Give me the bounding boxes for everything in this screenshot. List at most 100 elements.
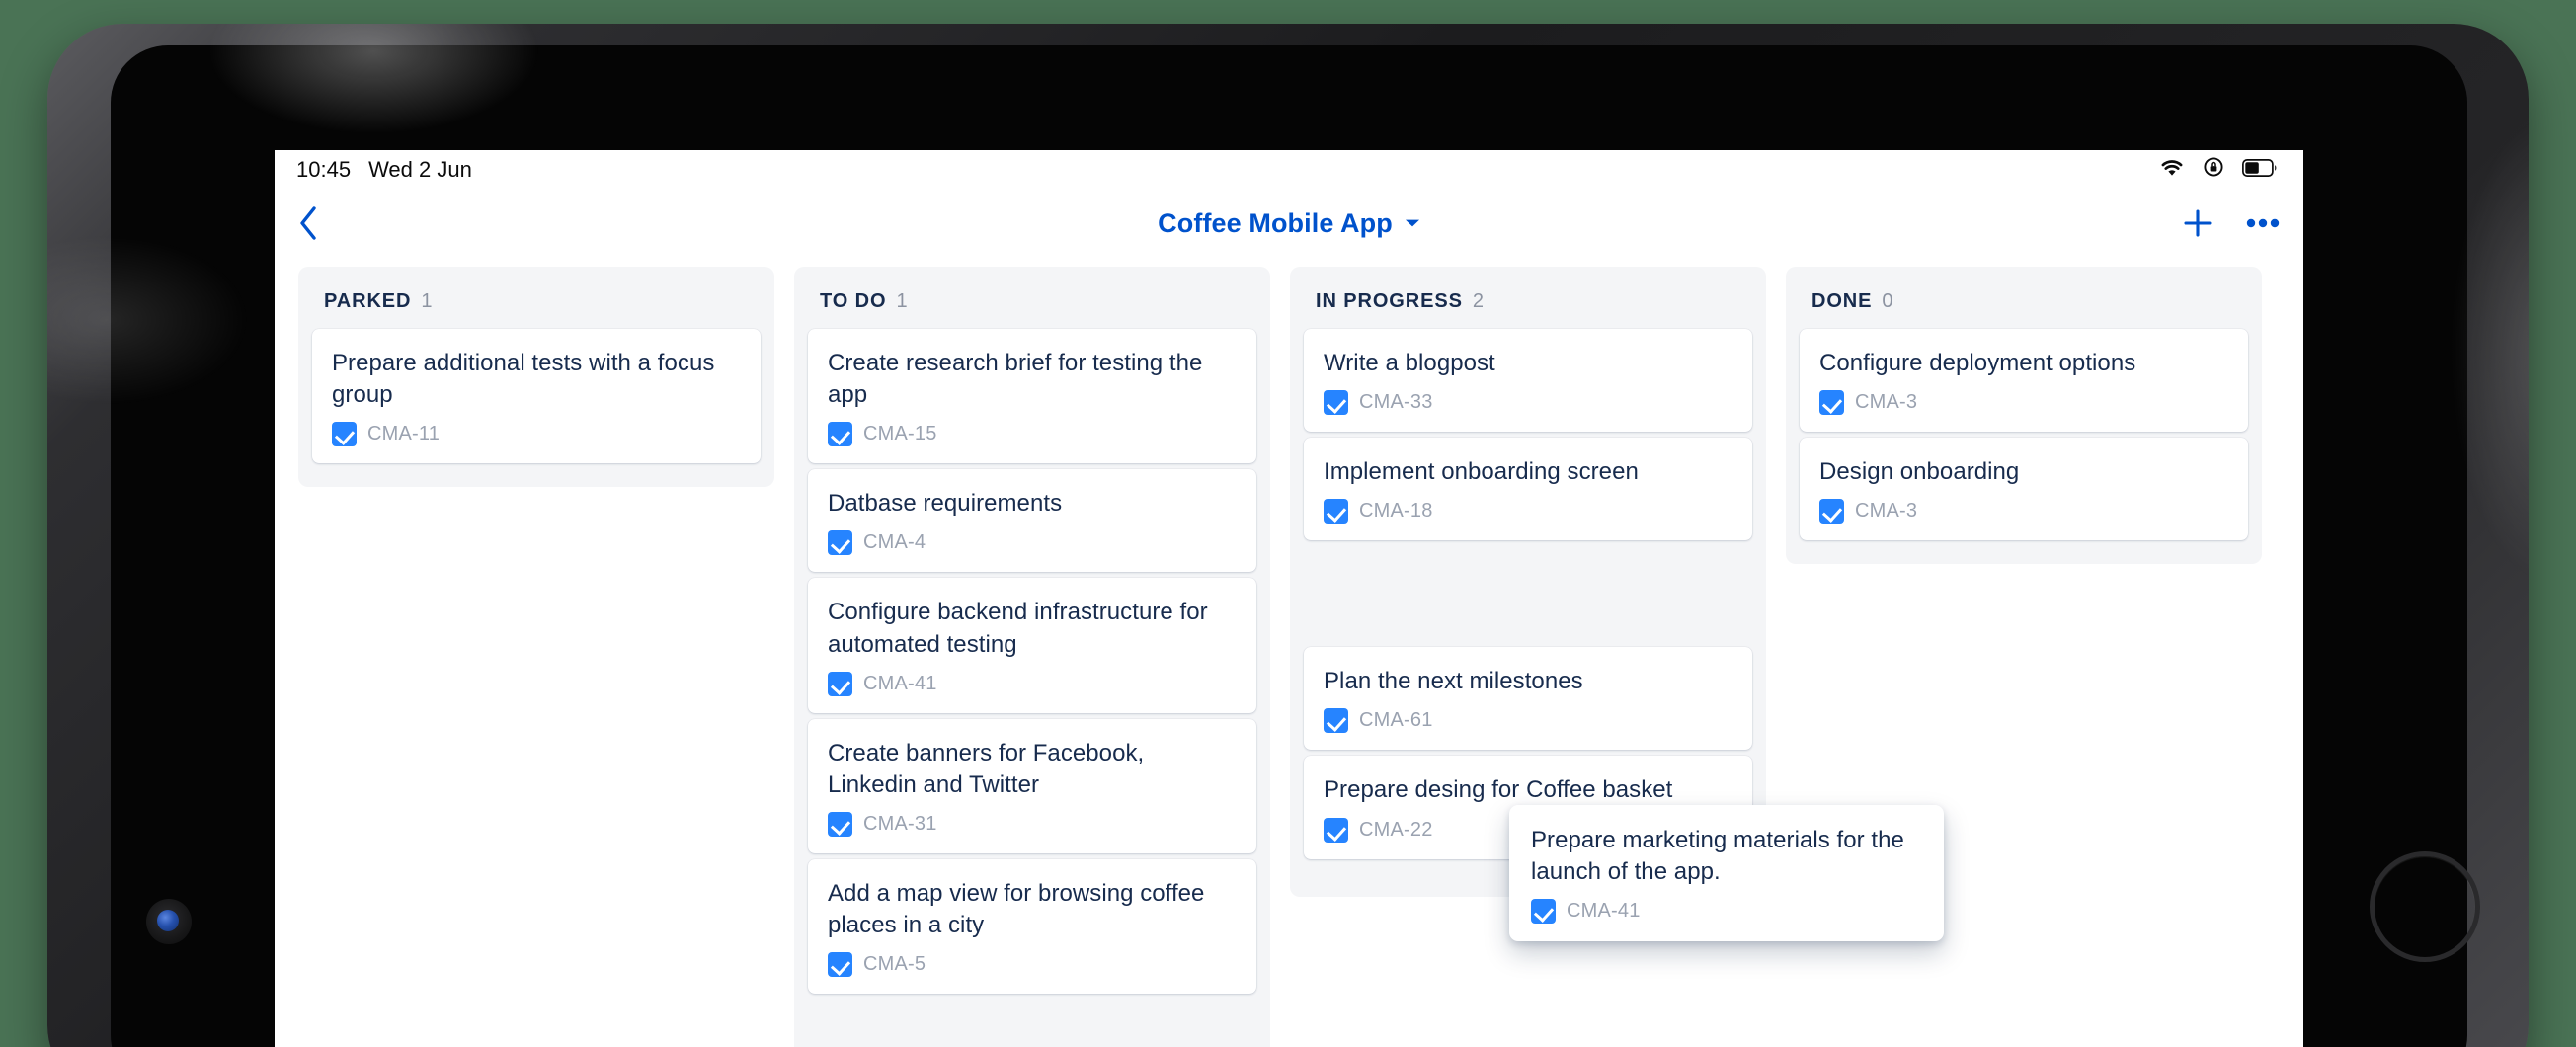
card-meta: CMA-31 bbox=[828, 812, 1237, 837]
card-meta: CMA-61 bbox=[1324, 708, 1732, 733]
page-title[interactable]: Coffee Mobile App bbox=[1158, 208, 1393, 239]
column-title: PARKED bbox=[324, 290, 411, 313]
column-header: PARKED 1 bbox=[312, 279, 761, 329]
more-options-button[interactable] bbox=[2246, 218, 2280, 228]
column-title: TO DO bbox=[820, 290, 886, 313]
kanban-board: PARKED 1 Prepare additional tests with a… bbox=[275, 257, 2303, 1047]
task-checkbox-icon[interactable] bbox=[828, 952, 852, 977]
card-key: CMA-3 bbox=[1855, 391, 1917, 414]
card-key: CMA-3 bbox=[1855, 500, 1917, 523]
front-camera-icon bbox=[146, 899, 192, 944]
task-checkbox-icon[interactable] bbox=[332, 422, 357, 446]
status-bar: 10:45 Wed 2 Jun bbox=[275, 150, 2303, 190]
board-card[interactable]: Prepare additional tests with a focus gr… bbox=[312, 329, 761, 463]
board-title-group: Coffee Mobile App bbox=[275, 190, 2303, 257]
column-in-progress[interactable]: IN PROGRESS 2 Write a blogpost CMA-33 Im… bbox=[1290, 267, 1766, 897]
task-checkbox-icon[interactable] bbox=[1324, 499, 1348, 524]
task-checkbox-icon[interactable] bbox=[1819, 499, 1844, 524]
home-button[interactable] bbox=[2370, 851, 2480, 962]
card-title: Create research brief for testing the ap… bbox=[828, 348, 1237, 411]
rotation-lock-icon bbox=[2203, 156, 2224, 184]
card-key: CMA-41 bbox=[863, 673, 937, 695]
card-key: CMA-4 bbox=[863, 531, 926, 554]
card-title: Plan the next milestones bbox=[1324, 666, 1732, 697]
column-card-list: Prepare additional tests with a focus gr… bbox=[312, 329, 761, 463]
column-count: 1 bbox=[421, 290, 432, 313]
card-meta: CMA-11 bbox=[332, 422, 741, 446]
card-title: Prepare additional tests with a focus gr… bbox=[332, 348, 741, 411]
column-header: IN PROGRESS 2 bbox=[1304, 279, 1752, 329]
back-button[interactable] bbox=[298, 206, 318, 240]
status-date: Wed 2 Jun bbox=[368, 157, 472, 183]
board-card-placeholder[interactable] bbox=[1304, 546, 1752, 641]
board-card[interactable]: Datbase requirements CMA-4 bbox=[808, 469, 1256, 572]
card-meta: CMA-41 bbox=[828, 672, 1237, 696]
board-card[interactable]: Add a map view for browsing coffee place… bbox=[808, 859, 1256, 994]
add-button[interactable] bbox=[2183, 208, 2213, 238]
task-checkbox-icon[interactable] bbox=[828, 530, 852, 555]
card-meta: CMA-3 bbox=[1819, 499, 2228, 524]
board-card[interactable]: Plan the next milestones CMA-61 bbox=[1304, 647, 1752, 750]
card-key: CMA-33 bbox=[1359, 391, 1433, 414]
board-card[interactable]: Design onboarding CMA-3 bbox=[1800, 438, 2248, 540]
column-done[interactable]: DONE 0 Configure deployment options CMA-… bbox=[1786, 267, 2262, 564]
column-header: TO DO 1 bbox=[808, 279, 1256, 329]
column-count: 0 bbox=[1882, 290, 1892, 313]
card-meta: CMA-3 bbox=[1819, 390, 2228, 415]
task-checkbox-icon[interactable] bbox=[1324, 708, 1348, 733]
column-count: 2 bbox=[1473, 290, 1484, 313]
column-count: 1 bbox=[896, 290, 907, 313]
card-meta: CMA-33 bbox=[1324, 390, 1732, 415]
card-meta: CMA-41 bbox=[1531, 899, 1922, 924]
navigation-bar: Coffee Mobile App bbox=[275, 190, 2303, 257]
app-screen: 10:45 Wed 2 Jun bbox=[275, 150, 2303, 1047]
card-title: Prepare desing for Coffee basket bbox=[1324, 774, 1732, 806]
card-key: CMA-41 bbox=[1567, 900, 1641, 923]
task-checkbox-icon[interactable] bbox=[1531, 899, 1556, 924]
column-title: DONE bbox=[1811, 290, 1872, 313]
chevron-down-icon[interactable] bbox=[1405, 218, 1420, 228]
nav-actions bbox=[2183, 208, 2280, 238]
card-meta: CMA-18 bbox=[1324, 499, 1732, 524]
task-checkbox-icon[interactable] bbox=[828, 812, 852, 837]
card-meta: CMA-15 bbox=[828, 422, 1237, 446]
column-header: DONE 0 bbox=[1800, 279, 2248, 329]
board-card[interactable]: Create banners for Facebook, Linkedin an… bbox=[808, 719, 1256, 853]
card-meta: CMA-5 bbox=[828, 952, 1237, 977]
card-title: Add a map view for browsing coffee place… bbox=[828, 878, 1237, 941]
card-key: CMA-61 bbox=[1359, 709, 1433, 732]
status-time: 10:45 bbox=[296, 157, 351, 183]
status-bar-left: 10:45 Wed 2 Jun bbox=[296, 157, 472, 183]
board-card[interactable]: Configure backend infrastructure for aut… bbox=[808, 578, 1256, 712]
task-checkbox-icon[interactable] bbox=[828, 422, 852, 446]
board-card[interactable]: Configure deployment options CMA-3 bbox=[1800, 329, 2248, 432]
status-bar-right bbox=[2159, 156, 2278, 184]
board-card[interactable]: Implement onboarding screen CMA-18 bbox=[1304, 438, 1752, 540]
column-card-list: Configure deployment options CMA-3 Desig… bbox=[1800, 329, 2248, 540]
card-key: CMA-22 bbox=[1359, 819, 1433, 842]
battery-icon bbox=[2242, 157, 2278, 183]
board-card[interactable]: Create research brief for testing the ap… bbox=[808, 329, 1256, 463]
board-card[interactable]: Write a blogpost CMA-33 bbox=[1304, 329, 1752, 432]
task-checkbox-icon[interactable] bbox=[1324, 818, 1348, 843]
card-title: Prepare marketing materials for the laun… bbox=[1531, 825, 1922, 888]
card-key: CMA-11 bbox=[367, 423, 440, 445]
card-key: CMA-31 bbox=[863, 813, 937, 836]
task-checkbox-icon[interactable] bbox=[1324, 390, 1348, 415]
card-key: CMA-18 bbox=[1359, 500, 1433, 523]
dragged-card[interactable]: Prepare marketing materials for the laun… bbox=[1509, 805, 1944, 941]
column-card-list: Write a blogpost CMA-33 Implement onboar… bbox=[1304, 329, 1752, 859]
task-checkbox-icon[interactable] bbox=[828, 672, 852, 696]
card-key: CMA-5 bbox=[863, 953, 926, 976]
wifi-icon bbox=[2159, 157, 2185, 183]
card-title: Create banners for Facebook, Linkedin an… bbox=[828, 738, 1237, 801]
card-title: Configure deployment options bbox=[1819, 348, 2228, 379]
card-title: Configure backend infrastructure for aut… bbox=[828, 597, 1237, 660]
card-title: Write a blogpost bbox=[1324, 348, 1732, 379]
card-meta: CMA-4 bbox=[828, 530, 1237, 555]
column-parked[interactable]: PARKED 1 Prepare additional tests with a… bbox=[298, 267, 774, 487]
task-checkbox-icon[interactable] bbox=[1819, 390, 1844, 415]
card-title: Datbase requirements bbox=[828, 488, 1237, 520]
column-to-do[interactable]: TO DO 1 Create research brief for testin… bbox=[794, 267, 1270, 1047]
column-card-list: Create research brief for testing the ap… bbox=[808, 329, 1256, 994]
